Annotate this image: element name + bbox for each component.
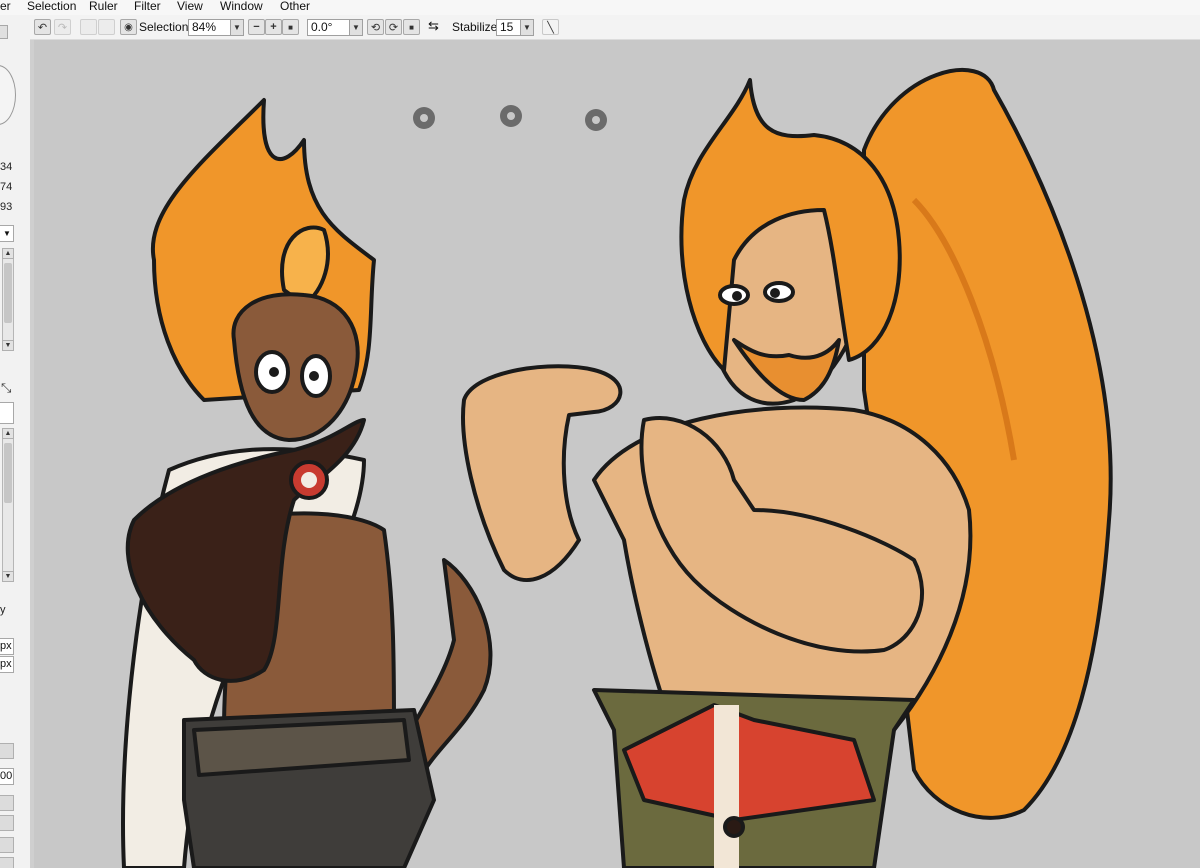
chevron-down-icon: ▼ xyxy=(520,20,533,35)
panel-scrollbar-2[interactable] xyxy=(2,428,14,582)
stabilizer-label: Stabilizer xyxy=(452,20,502,34)
character-left xyxy=(121,98,493,868)
height-unit: px xyxy=(0,658,12,670)
undo-icon: ↶ xyxy=(37,21,48,34)
chevron-down-icon: ▼ xyxy=(349,20,362,35)
panel-short-label: y xyxy=(0,604,6,616)
value-readout-1: 34 xyxy=(0,161,13,173)
swap-icon[interactable]: ⤡ xyxy=(1,380,11,396)
selection-visibility-button[interactable]: ◉ xyxy=(120,19,137,35)
menu-layer[interactable]: er xyxy=(0,0,11,13)
stabilizer-value: 15 xyxy=(500,20,514,34)
zoom-reset-button[interactable]: ■ xyxy=(282,19,299,35)
chevron-up-icon[interactable]: ▲ xyxy=(2,428,14,439)
rotate-left-icon: ⟲ xyxy=(370,21,381,34)
scrollbar-thumb[interactable] xyxy=(4,443,12,503)
zoom-out-button[interactable]: − xyxy=(248,19,265,35)
chevron-down-icon: ▼ xyxy=(3,229,11,238)
chevron-down-icon[interactable]: ▼ xyxy=(2,340,14,351)
selection-invert-button[interactable] xyxy=(98,19,115,35)
panel-button-1[interactable] xyxy=(0,743,14,759)
minus-icon: − xyxy=(253,21,260,33)
menu-ruler[interactable]: Ruler xyxy=(89,0,118,13)
chevron-down-icon: ▼ xyxy=(230,20,243,35)
blend-mode-select[interactable]: ▼ xyxy=(0,225,14,242)
selection-clear-button[interactable] xyxy=(80,19,97,35)
character-right xyxy=(461,68,1113,868)
rotation-value: 0.0° xyxy=(311,20,333,34)
flip-horizontal-icon[interactable]: ⇆ xyxy=(428,18,439,34)
panel-button-4[interactable] xyxy=(0,837,14,853)
redo-icon: ↷ xyxy=(57,21,68,34)
toolbar: ↶ ↷ ◉ Selection 84% ▼ − + ■ 0.0° ▼ ⟲ ⟳ ■… xyxy=(30,15,1200,40)
panel-button-5[interactable] xyxy=(0,857,14,868)
selection-label: Selection xyxy=(139,20,189,34)
undo-button[interactable]: ↶ xyxy=(34,19,51,35)
plus-icon: + xyxy=(270,21,277,33)
chevron-down-icon[interactable]: ▼ xyxy=(2,571,14,582)
redo-button[interactable]: ↷ xyxy=(54,19,71,35)
drawing-canvas[interactable] xyxy=(34,40,1200,868)
menu-window[interactable]: Window xyxy=(220,0,263,13)
panel-button-2[interactable] xyxy=(0,795,14,811)
menu-filter[interactable]: Filter xyxy=(134,0,161,13)
scrollbar-thumb[interactable] xyxy=(4,263,12,323)
artwork xyxy=(121,68,1113,868)
rotate-right-button[interactable]: ⟳ xyxy=(385,19,402,35)
width-field[interactable]: px xyxy=(0,638,14,655)
color-wheel[interactable] xyxy=(0,65,16,125)
menu-other[interactable]: Other xyxy=(280,0,310,13)
zoom-in-button[interactable]: + xyxy=(265,19,282,35)
menu-selection[interactable]: Selection xyxy=(27,0,76,13)
paint-app-window: er Selection Ruler Filter View Window Ot… xyxy=(0,0,1200,868)
rotation-combo[interactable]: 0.0° ▼ xyxy=(307,19,363,36)
square-icon: ■ xyxy=(409,22,414,32)
width-unit: px xyxy=(0,640,12,652)
menu-bar: er Selection Ruler Filter View Window Ot… xyxy=(0,0,1200,15)
panel-scrollbar-1[interactable] xyxy=(2,248,14,351)
left-panel: 34 74 93 ▼ ▲ ▼ ⤡ ▲ ▼ y px px 00 xyxy=(0,15,30,868)
menu-view[interactable]: View xyxy=(177,0,203,13)
value-readout-3: 93 xyxy=(0,201,13,213)
rotate-right-icon: ⟳ xyxy=(388,21,399,34)
chevron-up-icon[interactable]: ▲ xyxy=(2,248,14,259)
square-icon: ■ xyxy=(288,22,293,32)
line-tool-button[interactable]: ╲ xyxy=(542,19,559,35)
rotate-left-button[interactable]: ⟲ xyxy=(367,19,384,35)
stabilizer-combo[interactable]: 15 ▼ xyxy=(496,19,534,36)
height-field[interactable]: px xyxy=(0,656,14,673)
size-field[interactable]: 00 xyxy=(0,768,14,785)
eye-icon: ◉ xyxy=(124,21,133,33)
layer-thumbnail[interactable] xyxy=(0,402,14,424)
panel-button-3[interactable] xyxy=(0,815,14,831)
zoom-combo[interactable]: 84% ▼ xyxy=(188,19,244,36)
size-value: 00 xyxy=(0,770,13,782)
line-tool-icon: ╲ xyxy=(547,21,554,34)
value-readout-2: 74 xyxy=(0,181,13,193)
panel-tab[interactable] xyxy=(0,25,8,39)
zoom-value: 84% xyxy=(192,20,217,34)
rotate-reset-button[interactable]: ■ xyxy=(403,19,420,35)
